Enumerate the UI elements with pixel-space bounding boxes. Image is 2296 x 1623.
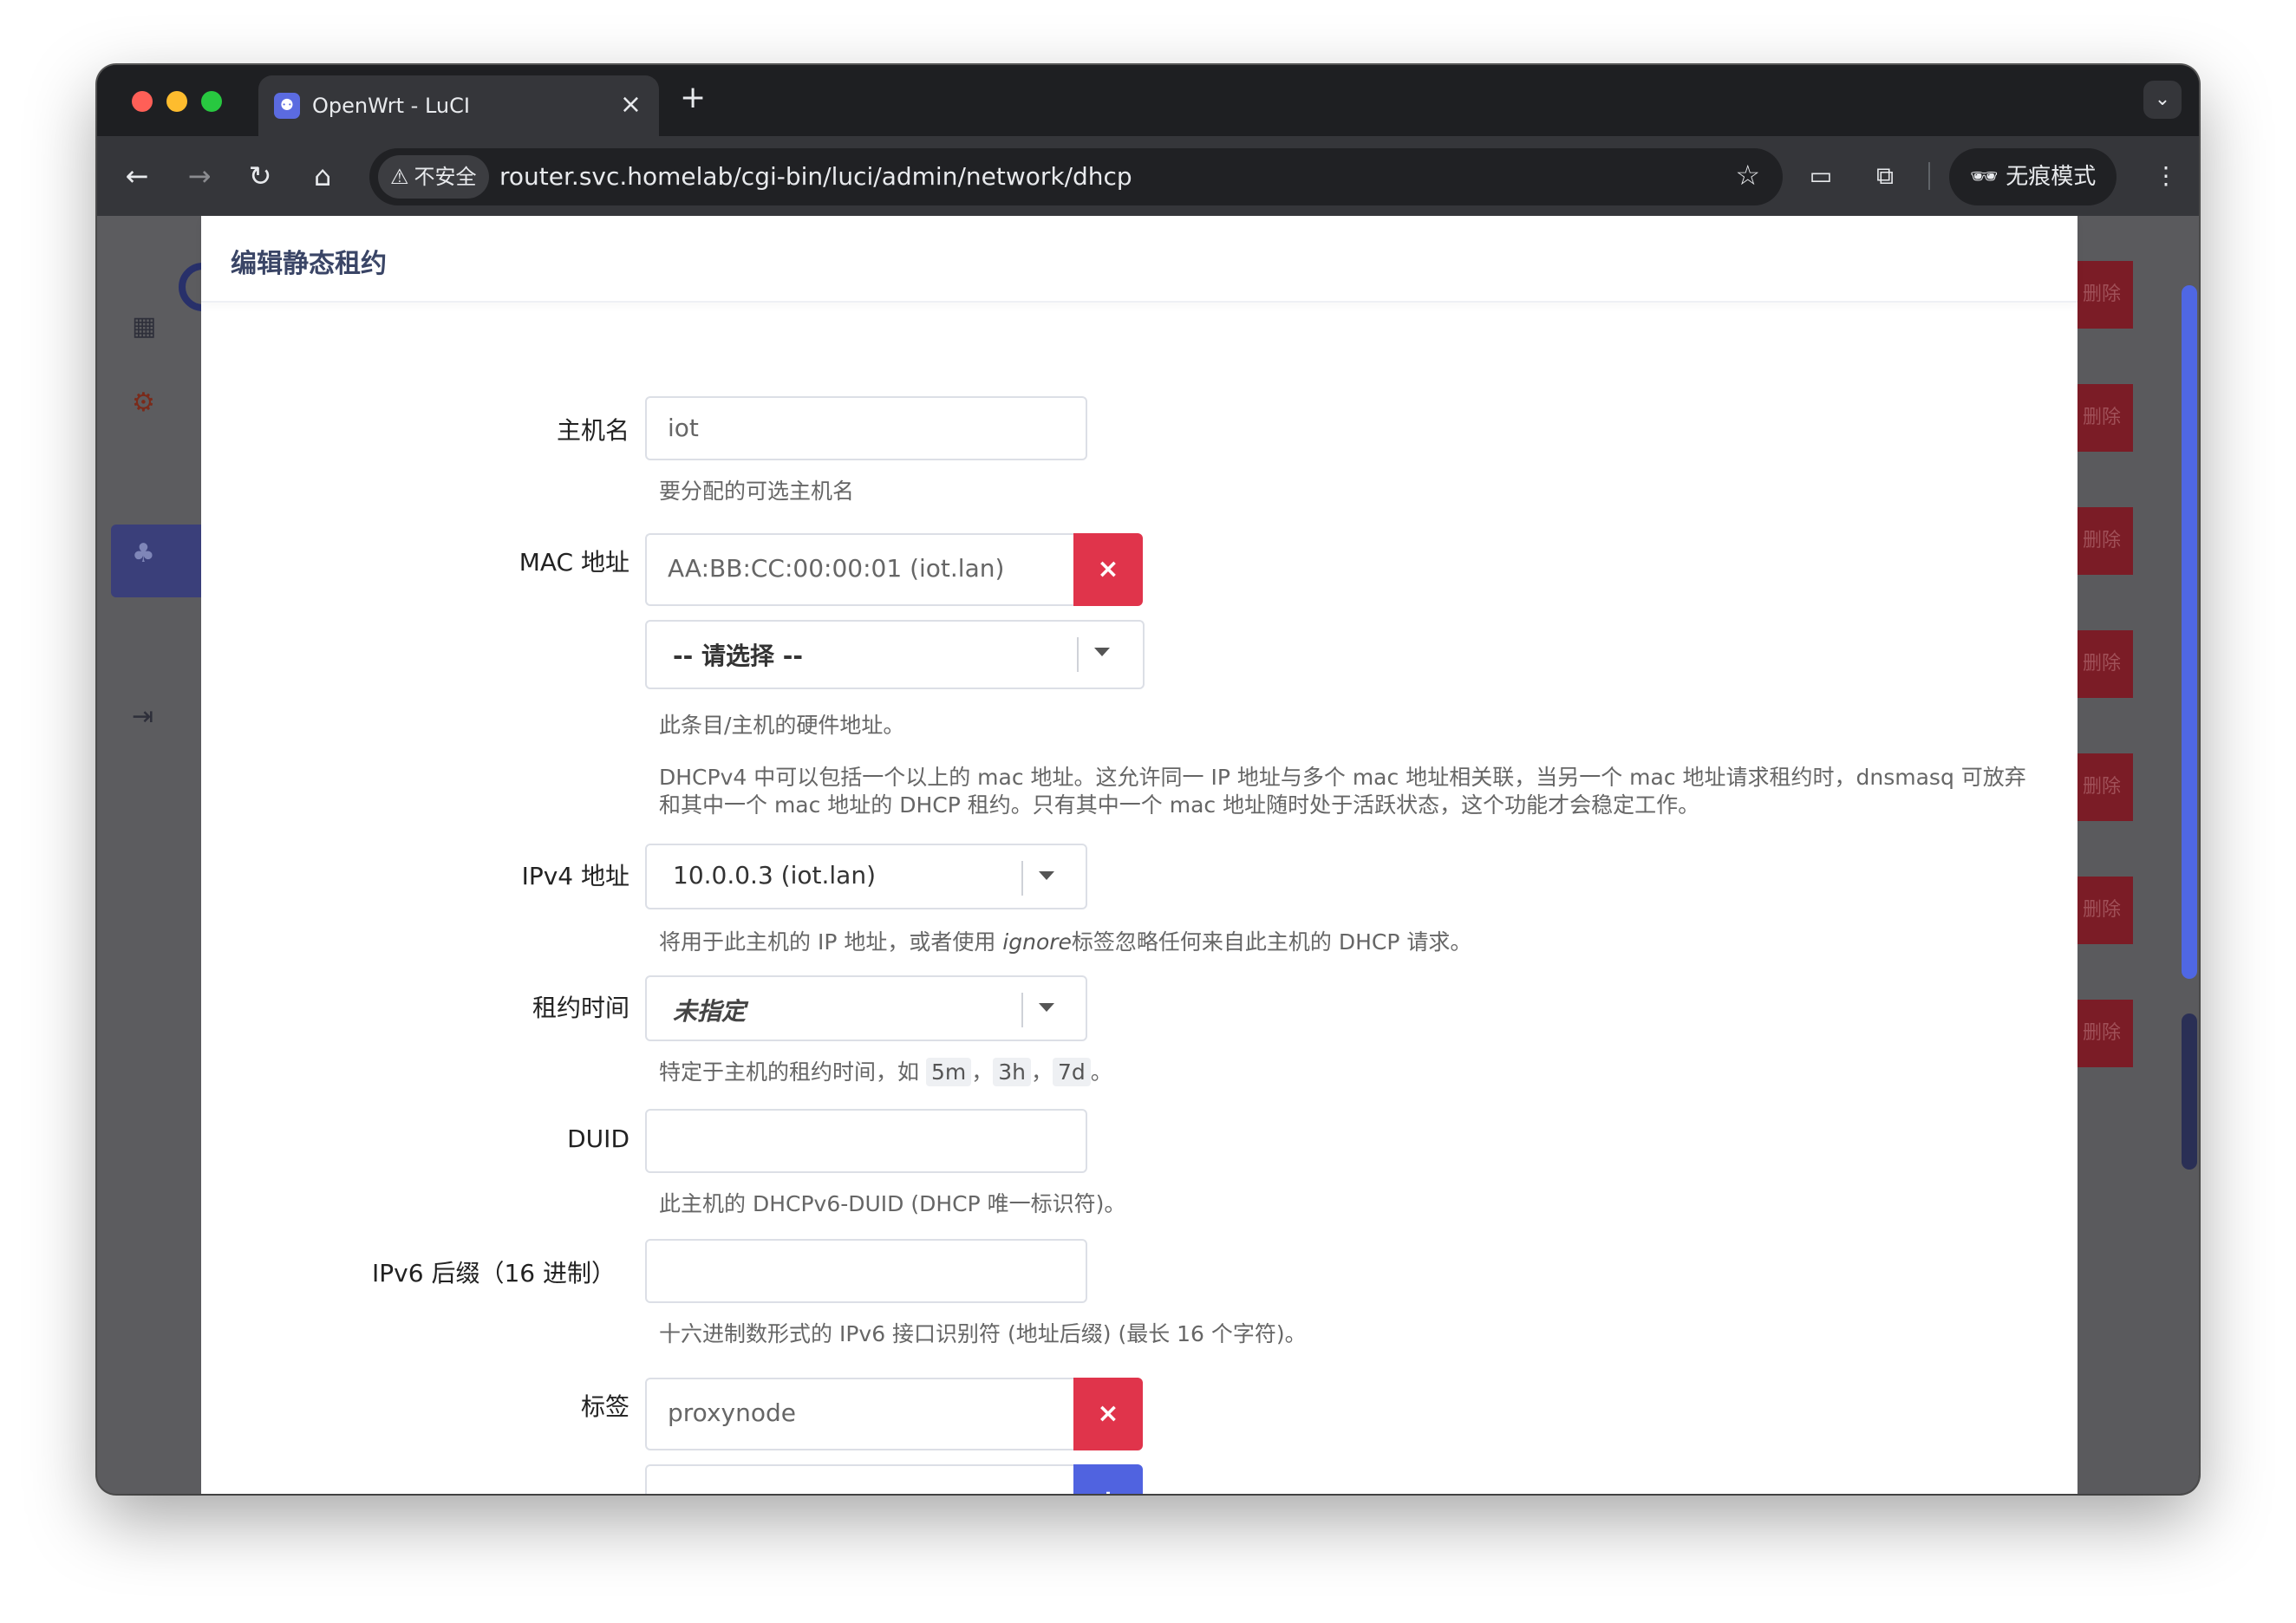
ipv4-select[interactable]: 10.0.0.3 (iot.lan) xyxy=(645,844,1087,909)
mac-select-placeholder: -- 请选择 -- xyxy=(673,642,803,670)
forward-arrow-icon[interactable]: → xyxy=(179,155,220,197)
delete-button[interactable]: 删除 xyxy=(2077,261,2133,329)
lease-description-end: 。 xyxy=(1090,1059,1112,1085)
lease-time-description: 特定于主机的租约时间，如 5m， 3h， 7d。 xyxy=(659,1055,1112,1086)
extensions-puzzle-icon[interactable]: ⧉ xyxy=(1866,157,1904,195)
toolbar-divider xyxy=(1928,162,1930,190)
modal-header: 编辑静态租约 xyxy=(201,216,2077,303)
remove-mac-button[interactable]: × xyxy=(1073,533,1143,606)
select-separator xyxy=(1021,993,1023,1027)
close-tab-icon[interactable]: × xyxy=(620,89,642,120)
page-content: ▦ ⚙ ♣ ⇥ 删除 删除 删除 删除 删除 删除 删除 编辑静态租约 主机名 … xyxy=(97,216,2199,1494)
ipv6-suffix-label: IPv6 后缀（16 进制） xyxy=(372,1259,616,1287)
new-tag-input[interactable] xyxy=(645,1464,1073,1494)
sidebar-item-system[interactable]: ⚙ xyxy=(132,388,155,418)
duid-description: 此主机的 DHCPv6-DUID (DHCP 唯一标识符)。 xyxy=(659,1191,1126,1216)
lease-example-separator: ， xyxy=(971,1059,994,1085)
ipv6-suffix-description: 十六进制数形式的 IPv6 接口识别符 (地址后缀) (最长 16 个字符)。 xyxy=(659,1321,1307,1346)
close-window-button[interactable] xyxy=(132,91,153,112)
hostname-description: 要分配的可选主机名 xyxy=(659,479,855,504)
browser-toolbar: ← → ↻ ⌂ ⚠ 不安全 router.svc.homelab/cgi-bin/… xyxy=(97,136,2199,216)
reload-icon[interactable]: ↻ xyxy=(239,155,281,197)
security-label: 不安全 xyxy=(414,165,477,189)
sidebar-item-network[interactable]: ♣ xyxy=(132,538,155,569)
browser-window: ⚉ OpenWrt - LuCI × + ⌄ ← → ↻ ⌂ ⚠ 不安全 rout… xyxy=(97,65,2199,1494)
ipv4-description-ignore: ignore xyxy=(1002,929,1072,955)
chevron-down-icon xyxy=(1039,1003,1054,1012)
tab-search-chevron-icon[interactable]: ⌄ xyxy=(2143,81,2182,119)
tab-title: OpenWrt - LuCI xyxy=(312,94,470,118)
lease-time-select[interactable]: 未指定 xyxy=(645,975,1087,1041)
page-scrollbar-track xyxy=(2182,1014,2197,1170)
ipv6-suffix-input[interactable] xyxy=(645,1239,1087,1303)
mac-description: 此条目/主机的硬件地址。 xyxy=(659,713,905,738)
ipv4-value: 10.0.0.3 (iot.lan) xyxy=(673,861,876,890)
duid-label: DUID xyxy=(567,1124,629,1153)
tag-entry-value: proxynode xyxy=(668,1398,796,1427)
lease-time-label: 租约时间 xyxy=(532,994,629,1022)
incognito-icon: 🕶 xyxy=(1970,164,1999,190)
back-arrow-icon[interactable]: ← xyxy=(116,155,158,197)
bookmark-star-icon[interactable]: ☆ xyxy=(1735,159,1760,192)
maximize-window-button[interactable] xyxy=(201,91,222,112)
delete-button[interactable]: 删除 xyxy=(2077,507,2133,575)
warning-triangle-icon: ⚠ xyxy=(390,165,409,189)
media-cast-icon[interactable]: ▭ xyxy=(1802,157,1840,195)
delete-button[interactable]: 删除 xyxy=(2077,1000,2133,1067)
duid-input[interactable] xyxy=(645,1109,1087,1173)
url-text[interactable]: router.svc.homelab/cgi-bin/luci/admin/ne… xyxy=(499,162,1132,191)
delete-button[interactable]: 删除 xyxy=(2077,877,2133,944)
home-icon[interactable]: ⌂ xyxy=(302,155,343,197)
delete-button[interactable]: 删除 xyxy=(2077,753,2133,821)
openwrt-favicon-icon: ⚉ xyxy=(274,93,300,119)
tags-label: 标签 xyxy=(580,1392,629,1421)
security-chip[interactable]: ⚠ 不安全 xyxy=(378,155,489,199)
hostname-label: 主机名 xyxy=(556,416,629,445)
sidebar-item-status[interactable]: ▦ xyxy=(132,311,156,342)
new-tab-button[interactable]: + xyxy=(680,82,706,114)
incognito-label: 无痕模式 xyxy=(2006,164,2097,190)
hostname-input[interactable]: iot xyxy=(645,396,1087,460)
ipv4-description-prefix: 将用于此主机的 IP 地址，或者使用 xyxy=(659,929,1003,955)
address-bar[interactable]: ⚠ 不安全 router.svc.homelab/cgi-bin/luci/adm… xyxy=(369,148,1783,205)
delete-button[interactable]: 删除 xyxy=(2077,384,2133,452)
delete-button[interactable]: 删除 xyxy=(2077,630,2133,698)
mac-entry-value: AA:BB:CC:00:00:01 (iot.lan) xyxy=(668,554,1005,583)
lease-example-code: 3h xyxy=(993,1058,1031,1086)
mac-label: MAC 地址 xyxy=(519,548,629,577)
select-separator xyxy=(1021,861,1023,896)
tab-strip: ⚉ OpenWrt - LuCI × + ⌄ xyxy=(97,65,2199,136)
mac-entry-field[interactable]: AA:BB:CC:00:00:01 (iot.lan) xyxy=(645,533,1073,606)
add-tag-button[interactable]: + xyxy=(1073,1464,1143,1494)
ipv4-label: IPv4 地址 xyxy=(521,862,629,890)
select-separator xyxy=(1077,637,1079,672)
lease-example-code: 5m xyxy=(925,1058,972,1086)
sidebar-item-logout[interactable]: ⇥ xyxy=(132,701,153,732)
edit-static-lease-modal: 编辑静态租约 主机名 iot 要分配的可选主机名 MAC 地址 AA:BB:CC… xyxy=(201,216,2077,1494)
modal-title: 编辑静态租约 xyxy=(231,249,387,279)
lease-description-prefix: 特定于主机的租约时间，如 xyxy=(659,1059,926,1085)
remove-tag-button[interactable]: × xyxy=(1073,1378,1143,1450)
lease-example-code: 7d xyxy=(1053,1058,1091,1086)
ipv4-description: 将用于此主机的 IP 地址，或者使用 ignore标签忽略任何来自此主机的 DH… xyxy=(659,925,1471,956)
page-scrollbar[interactable] xyxy=(2182,285,2197,979)
minimize-window-button[interactable] xyxy=(166,91,187,112)
incognito-indicator[interactable]: 🕶 无痕模式 xyxy=(1949,148,2117,205)
mac-description-long: DHCPv4 中可以包括一个以上的 mac 地址。这允许同一 IP 地址与多个 … xyxy=(659,765,2026,818)
chevron-down-icon xyxy=(1094,648,1110,656)
hostname-value: iot xyxy=(668,414,699,442)
tag-entry-field[interactable]: proxynode xyxy=(645,1378,1073,1450)
sidebar-active-highlight xyxy=(111,525,206,597)
lease-example-separator: ， xyxy=(1031,1059,1053,1085)
chevron-down-icon xyxy=(1039,871,1054,880)
luci-sidebar: ▦ ⚙ ♣ ⇥ xyxy=(97,216,227,1494)
mac-select-dropdown[interactable]: -- 请选择 -- xyxy=(645,620,1145,689)
more-menu-icon[interactable]: ⋮ xyxy=(2147,157,2185,195)
lease-time-value: 未指定 xyxy=(673,997,747,1026)
browser-tab[interactable]: ⚉ OpenWrt - LuCI × xyxy=(258,75,659,136)
ipv4-description-suffix: 标签忽略任何来自此主机的 DHCP 请求。 xyxy=(1071,929,1472,955)
